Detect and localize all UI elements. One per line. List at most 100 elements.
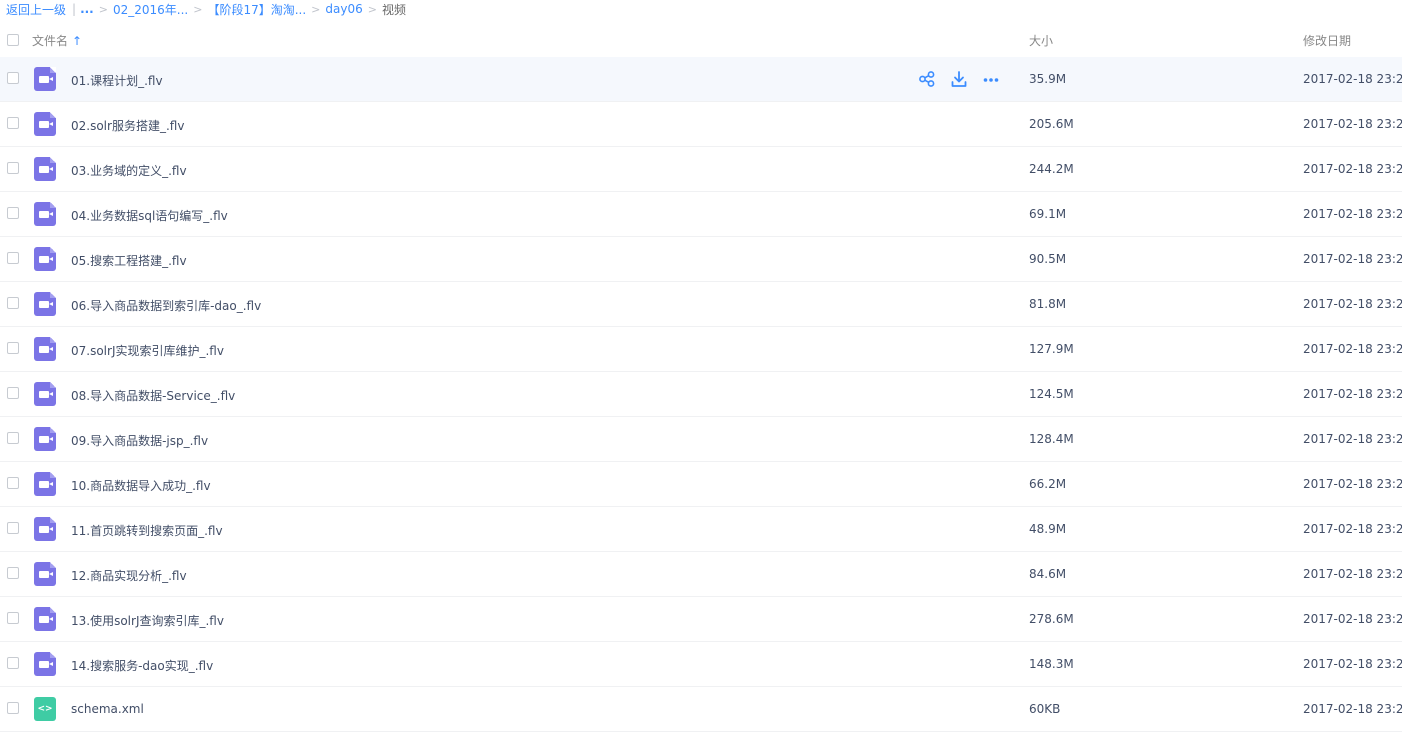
video-file-icon xyxy=(34,337,56,361)
file-size: 66.2M xyxy=(1029,477,1067,491)
file-row[interactable]: 06.导入商品数据到索引库-dao_.flv 81.8M 2017-02-18 … xyxy=(0,282,1402,327)
sort-ascending-icon[interactable]: ↑ xyxy=(72,34,82,48)
row-checkbox[interactable] xyxy=(7,567,19,579)
more-icon[interactable] xyxy=(982,70,1000,88)
row-checkbox[interactable] xyxy=(7,72,19,84)
file-date: 2017-02-18 23:25 xyxy=(1303,702,1402,716)
camera-glyph-icon xyxy=(38,615,53,623)
file-date: 2017-02-18 23:25 xyxy=(1303,612,1402,626)
select-all-checkbox[interactable] xyxy=(7,34,19,46)
video-file-icon xyxy=(34,517,56,541)
file-size: 205.6M xyxy=(1029,117,1074,131)
file-date: 2017-02-18 23:25 xyxy=(1303,387,1402,401)
file-size: 278.6M xyxy=(1029,612,1074,626)
file-row[interactable]: 05.搜索工程搭建_.flv 90.5M 2017-02-18 23:25 xyxy=(0,237,1402,282)
file-name[interactable]: 01.课程计划_.flv xyxy=(71,72,163,89)
file-date: 2017-02-18 23:25 xyxy=(1303,117,1402,131)
camera-glyph-icon xyxy=(38,660,53,668)
file-name[interactable]: 12.商品实现分析_.flv xyxy=(71,567,187,584)
camera-glyph-icon xyxy=(38,255,53,263)
file-row[interactable]: 03.业务域的定义_.flv 244.2M 2017-02-18 23:25 xyxy=(0,147,1402,192)
file-size: 148.3M xyxy=(1029,657,1074,671)
row-checkbox[interactable] xyxy=(7,612,19,624)
file-size: 35.9M xyxy=(1029,72,1067,86)
file-name[interactable]: 08.导入商品数据-Service_.flv xyxy=(71,387,235,404)
row-checkbox[interactable] xyxy=(7,342,19,354)
row-checkbox[interactable] xyxy=(7,117,19,129)
video-file-icon xyxy=(34,652,56,676)
name-column-header[interactable]: 文件名 ↑ xyxy=(32,32,82,49)
breadcrumb-item[interactable]: 【阶段17】淘淘... xyxy=(207,1,306,18)
row-checkbox[interactable] xyxy=(7,207,19,219)
row-checkbox[interactable] xyxy=(7,432,19,444)
file-row[interactable]: 10.商品数据导入成功_.flv 66.2M 2017-02-18 23:25 xyxy=(0,462,1402,507)
breadcrumb-current: 视频 xyxy=(381,2,406,17)
video-file-icon xyxy=(34,472,56,496)
camera-glyph-icon xyxy=(38,390,53,398)
download-icon[interactable] xyxy=(950,70,968,88)
file-size: 128.4M xyxy=(1029,432,1074,446)
file-name[interactable]: 05.搜索工程搭建_.flv xyxy=(71,252,187,269)
file-name[interactable]: 13.使用solrJ查询索引库_.flv xyxy=(71,612,224,629)
camera-glyph-icon xyxy=(38,570,53,578)
file-name[interactable]: 10.商品数据导入成功_.flv xyxy=(71,477,211,494)
file-row[interactable]: 01.课程计划_.flv 35.9M 2017-02-18 23:25 xyxy=(0,57,1402,102)
camera-glyph-icon xyxy=(38,75,53,83)
breadcrumb-separator: > xyxy=(367,2,377,16)
breadcrumb-item[interactable]: 02_2016年... xyxy=(113,1,188,18)
file-list: 01.课程计划_.flv 35.9M 2017-02-18 23:25 02.s… xyxy=(0,57,1402,732)
breadcrumb-item[interactable]: day06 xyxy=(325,2,362,16)
file-row[interactable]: 13.使用solrJ查询索引库_.flv 278.6M 2017-02-18 2… xyxy=(0,597,1402,642)
file-size: 81.8M xyxy=(1029,297,1067,311)
file-name[interactable]: 09.导入商品数据-jsp_.flv xyxy=(71,432,208,449)
file-name[interactable]: 04.业务数据sql语句编写_.flv xyxy=(71,207,228,224)
back-link[interactable]: 返回上一级 xyxy=(6,1,66,18)
video-file-icon xyxy=(34,382,56,406)
video-file-icon xyxy=(34,157,56,181)
file-size: 48.9M xyxy=(1029,522,1067,536)
file-date: 2017-02-18 23:25 xyxy=(1303,567,1402,581)
camera-glyph-icon xyxy=(38,525,53,533)
row-checkbox[interactable] xyxy=(7,252,19,264)
file-row[interactable]: <> schema.xml 60KB 2017-02-18 23:25 xyxy=(0,687,1402,732)
file-date: 2017-02-18 23:25 xyxy=(1303,252,1402,266)
file-size: 84.6M xyxy=(1029,567,1067,581)
file-name[interactable]: 07.solrJ实现索引库维护_.flv xyxy=(71,342,224,359)
row-checkbox[interactable] xyxy=(7,162,19,174)
row-checkbox[interactable] xyxy=(7,522,19,534)
row-checkbox[interactable] xyxy=(7,297,19,309)
file-row[interactable]: 11.首页跳转到搜索页面_.flv 48.9M 2017-02-18 23:25 xyxy=(0,507,1402,552)
file-row[interactable]: 08.导入商品数据-Service_.flv 124.5M 2017-02-18… xyxy=(0,372,1402,417)
date-column-header[interactable]: 修改日期 xyxy=(1303,32,1351,49)
file-row[interactable]: 02.solr服务搭建_.flv 205.6M 2017-02-18 23:25 xyxy=(0,102,1402,147)
file-date: 2017-02-18 23:25 xyxy=(1303,72,1402,86)
size-column-header[interactable]: 大小 xyxy=(1029,32,1053,49)
row-checkbox[interactable] xyxy=(7,477,19,489)
file-row[interactable]: 07.solrJ实现索引库维护_.flv 127.9M 2017-02-18 2… xyxy=(0,327,1402,372)
file-size: 124.5M xyxy=(1029,387,1074,401)
xml-file-icon: <> xyxy=(34,697,56,721)
file-date: 2017-02-18 23:25 xyxy=(1303,297,1402,311)
camera-glyph-icon xyxy=(38,300,53,308)
row-checkbox[interactable] xyxy=(7,387,19,399)
file-date: 2017-02-18 23:25 xyxy=(1303,162,1402,176)
row-checkbox[interactable] xyxy=(7,657,19,669)
row-checkbox[interactable] xyxy=(7,702,19,714)
file-date: 2017-02-18 23:25 xyxy=(1303,477,1402,491)
camera-glyph-icon xyxy=(38,120,53,128)
file-name[interactable]: 03.业务域的定义_.flv xyxy=(71,162,187,179)
file-row[interactable]: 04.业务数据sql语句编写_.flv 69.1M 2017-02-18 23:… xyxy=(0,192,1402,237)
file-row[interactable]: 09.导入商品数据-jsp_.flv 128.4M 2017-02-18 23:… xyxy=(0,417,1402,462)
breadcrumb-ellipsis[interactable]: ... xyxy=(80,2,94,16)
breadcrumb: 返回上一级 | ... > 02_2016年... > 【阶段17】淘淘... … xyxy=(6,0,406,18)
file-name[interactable]: 11.首页跳转到搜索页面_.flv xyxy=(71,522,223,539)
file-name[interactable]: 06.导入商品数据到索引库-dao_.flv xyxy=(71,297,261,314)
file-date: 2017-02-18 23:25 xyxy=(1303,207,1402,221)
file-name[interactable]: 02.solr服务搭建_.flv xyxy=(71,117,184,134)
camera-glyph-icon xyxy=(38,210,53,218)
file-row[interactable]: 14.搜索服务-dao实现_.flv 148.3M 2017-02-18 23:… xyxy=(0,642,1402,687)
file-name[interactable]: schema.xml xyxy=(71,702,144,716)
file-name[interactable]: 14.搜索服务-dao实现_.flv xyxy=(71,657,213,674)
share-icon[interactable] xyxy=(918,70,936,88)
file-row[interactable]: 12.商品实现分析_.flv 84.6M 2017-02-18 23:25 xyxy=(0,552,1402,597)
